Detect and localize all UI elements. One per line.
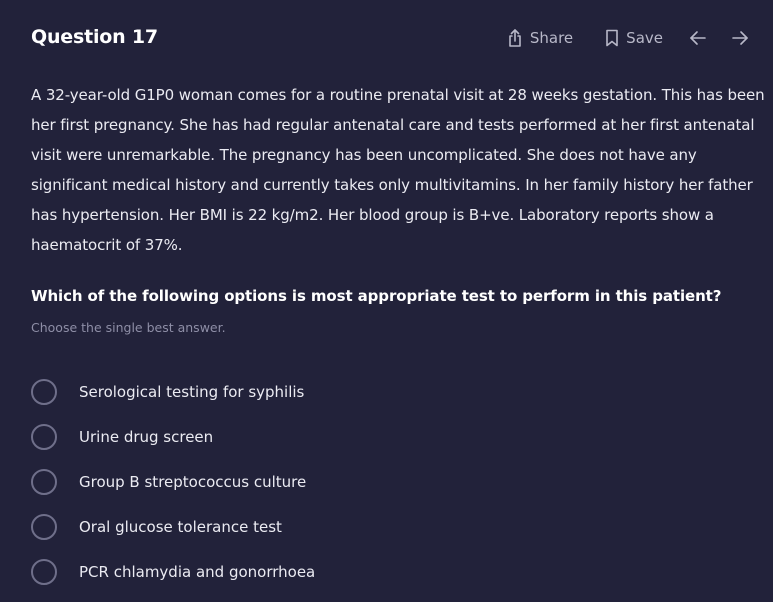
option-label: Serological testing for syphilis	[79, 382, 305, 401]
radio-button[interactable]	[31, 468, 57, 495]
question-prompt: Which of the following options is most a…	[31, 287, 722, 305]
answer-option-5[interactable]: PCR chlamydia and gonorrhoea	[31, 549, 731, 594]
next-question-button[interactable]	[731, 30, 749, 46]
save-button[interactable]: Save	[605, 29, 663, 47]
answer-option-4[interactable]: Oral glucose tolerance test	[31, 504, 731, 549]
answer-hint: Choose the single best answer.	[31, 320, 226, 335]
question-stem: A 32-year-old G1P0 woman comes for a rou…	[31, 86, 765, 254]
radio-button[interactable]	[31, 513, 57, 540]
answer-options: Serological testing for syphilis Urine d…	[31, 369, 731, 594]
answer-option-3[interactable]: Group B streptococcus culture	[31, 459, 731, 504]
header-actions: Share Save	[507, 26, 749, 50]
share-icon	[509, 29, 521, 47]
radio-button[interactable]	[31, 423, 57, 450]
arrow-left-icon	[690, 31, 706, 45]
question-title: Question 17	[31, 26, 158, 48]
radio-button[interactable]	[31, 378, 57, 405]
option-label: Oral glucose tolerance test	[79, 517, 282, 536]
radio-button[interactable]	[31, 558, 57, 585]
question-header: Question 17 Share Save	[0, 0, 773, 78]
save-label: Save	[626, 29, 663, 47]
share-label: Share	[529, 29, 574, 47]
answer-option-1[interactable]: Serological testing for syphilis	[31, 369, 731, 414]
option-label: Group B streptococcus culture	[79, 472, 307, 491]
answer-option-2[interactable]: Urine drug screen	[31, 414, 731, 459]
bookmark-icon	[606, 29, 618, 47]
previous-question-button[interactable]	[689, 30, 707, 46]
share-button[interactable]: Share	[507, 29, 573, 47]
option-label: PCR chlamydia and gonorrhoea	[79, 562, 316, 581]
arrow-right-icon	[732, 31, 748, 45]
option-label: Urine drug screen	[79, 427, 214, 446]
